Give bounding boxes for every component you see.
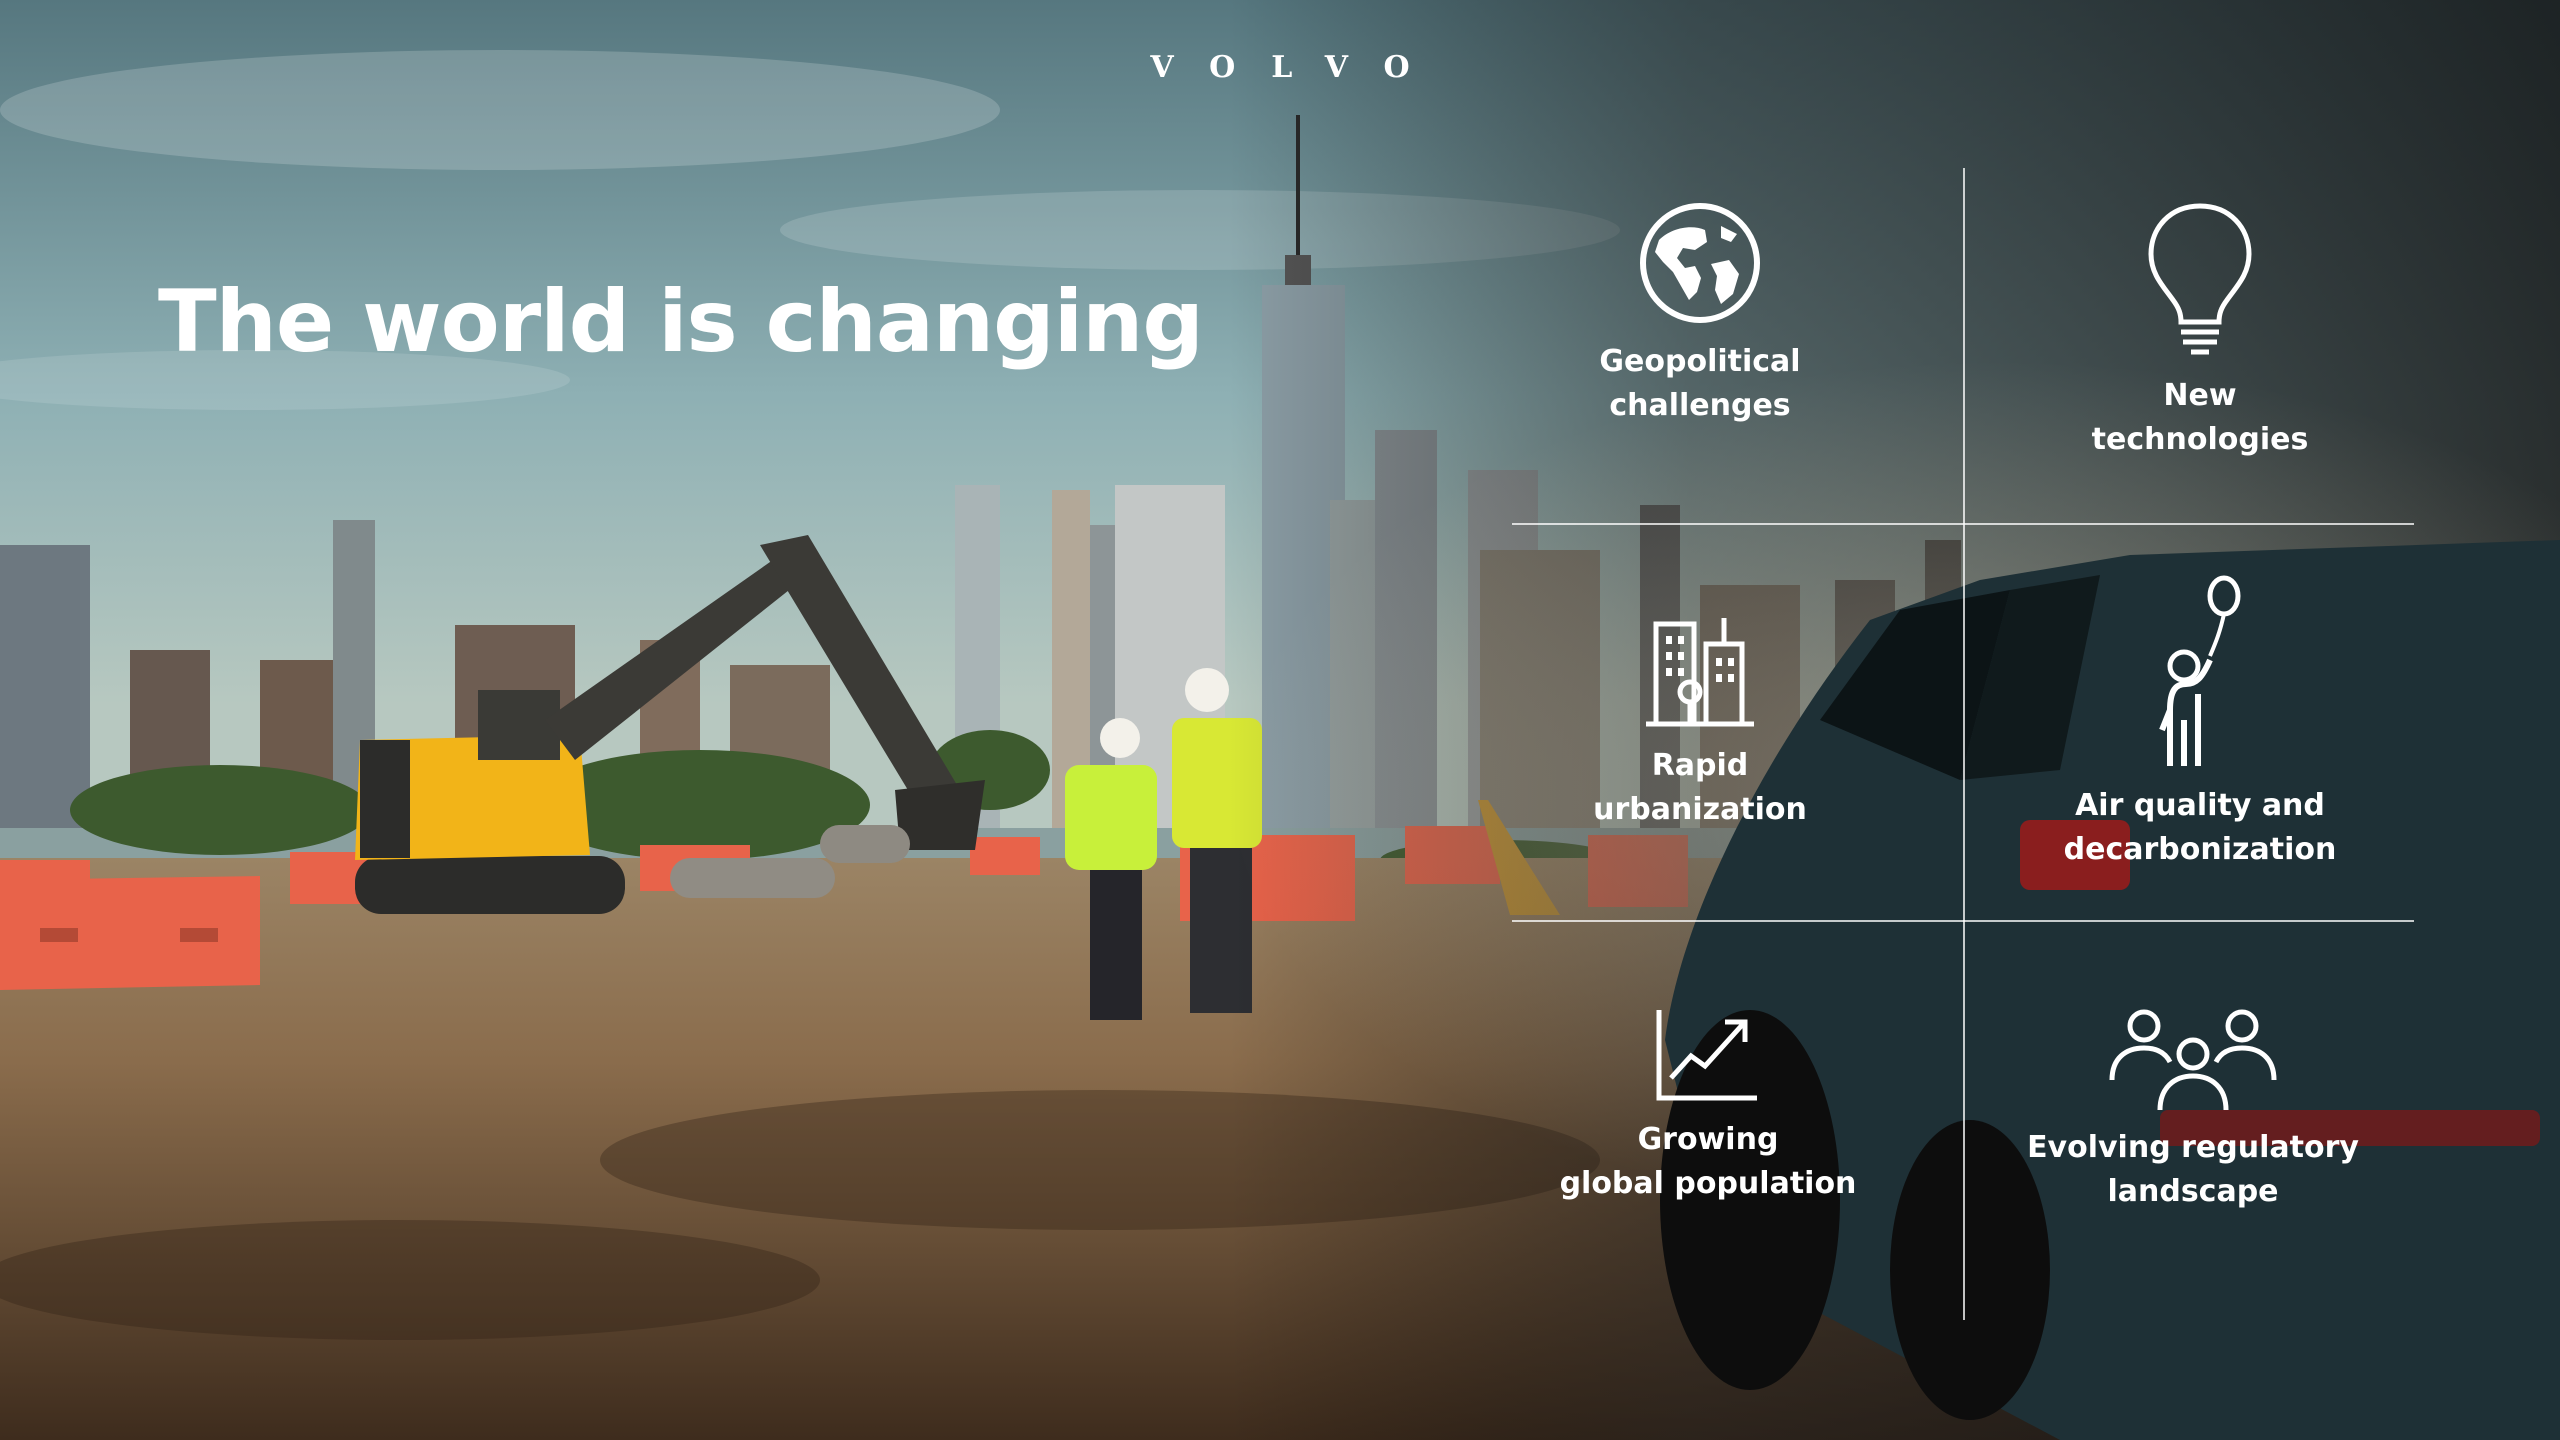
page-title: The world is changing [158,272,1204,372]
challenge-label: Growing global population [1559,1122,1857,1201]
grid-divider-vertical [1963,168,1965,1320]
challenge-label: New technologies [2091,378,2309,457]
challenge-label: Air quality and decarbonization [2063,788,2337,867]
grid-divider-horizontal-bottom [1512,920,2414,922]
challenge-population: Growing global population [1498,1008,1918,1206]
slide: VOLVO The world is changing Geopolitical… [0,0,2560,1440]
lightbulb-icon [2148,203,2252,355]
volvo-logo: VOLVO [1150,50,1446,85]
challenge-regulatory: Evolving regulatory landscape [1983,1008,2403,1214]
challenge-technologies: New technologies [1990,200,2410,462]
challenge-geopolitical: Geopolitical challenges [1490,200,1910,428]
city-buildings-icon [1646,618,1754,727]
challenge-air-quality: Air quality and decarbonization [1990,570,2410,872]
grid-divider-horizontal-top [1512,523,2414,525]
challenge-label: Rapid urbanization [1593,748,1807,827]
globe-icon [1640,203,1760,323]
challenge-label: Geopolitical challenges [1599,344,1801,423]
challenge-urbanization: Rapid urbanization [1490,610,1910,832]
person-balloon-icon [2159,575,2241,766]
people-group-icon [2109,1009,2277,1111]
challenge-label: Evolving regulatory landscape [2027,1130,2359,1209]
growth-chart-icon [1656,1010,1757,1101]
